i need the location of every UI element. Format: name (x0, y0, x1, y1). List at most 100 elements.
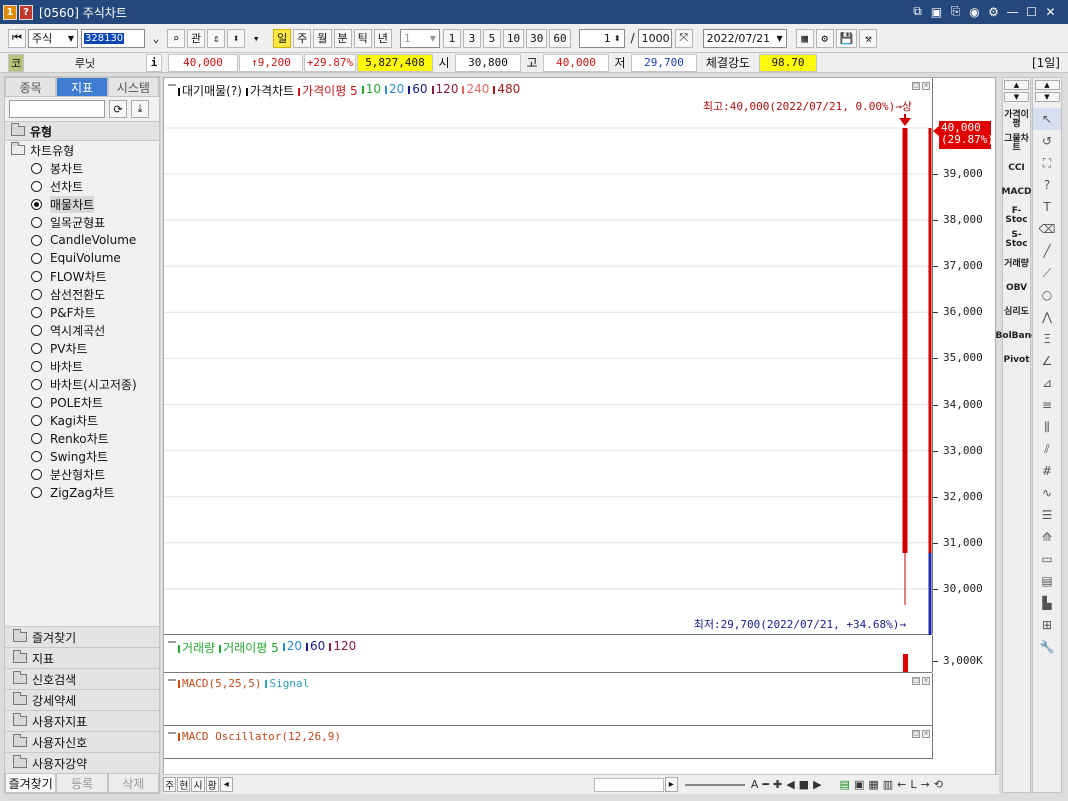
legend-item[interactable]: MACD(5,25,5) (178, 677, 261, 690)
radio-icon[interactable] (31, 486, 42, 498)
bottom-section-item[interactable]: 사용자지표 (5, 710, 159, 731)
text-tool-icon[interactable]: T (1033, 196, 1061, 218)
font-size-icon[interactable]: A (751, 778, 759, 791)
fan-lines-icon[interactable]: ⊿ (1033, 372, 1061, 394)
print-icon[interactable]: ▦ (868, 778, 878, 791)
expand-icon[interactable]: ⤧ (674, 28, 693, 48)
chart-type-item[interactable]: ZigZag차트 (5, 483, 159, 501)
stock-code-input[interactable]: 328130 (81, 28, 145, 48)
tree-root[interactable]: 차트유형 (5, 141, 159, 159)
market-select[interactable]: 주식 ▼ (28, 28, 78, 48)
indicator-shortcut[interactable]: OBV (1003, 276, 1030, 300)
indicator-shortcut[interactable]: 거래량 (1003, 252, 1030, 276)
chart-type-item[interactable]: 역시계곡선 (5, 321, 159, 339)
scroll-left-icon[interactable]: ◂ (219, 777, 233, 792)
radio-icon[interactable] (31, 468, 42, 480)
bottom-section-item[interactable]: 지표 (5, 647, 159, 668)
gann-icon[interactable]: ∠ (1033, 350, 1061, 372)
circle-tool-icon[interactable]: ○ (1033, 284, 1061, 306)
bottom-section-item[interactable]: 신호검색 (5, 668, 159, 689)
interval-30-button[interactable]: 30 (526, 28, 548, 48)
radio-icon[interactable] (31, 180, 42, 192)
pane-maximize-icon[interactable]: □ (912, 677, 920, 685)
chart-type-item[interactable]: 바차트(시고저종) (5, 375, 159, 393)
macd-pane[interactable]: MACD(5,25,5) Signal □ × (164, 673, 933, 726)
indicator-shortcut[interactable]: BolBand (996, 324, 1038, 348)
macd-oscillator-pane[interactable]: MACD Oscillator(12,26,9) □ × (164, 726, 933, 759)
tools-scroll-down-icon[interactable]: ▼ (1034, 92, 1060, 102)
radio-icon[interactable] (31, 432, 42, 444)
more-dropdown-icon[interactable]: ▾ (247, 29, 265, 48)
chart-type-item[interactable]: 삼선전환도 (5, 285, 159, 303)
chart-type-item[interactable]: P&F차트 (5, 303, 159, 321)
parallel-lines-icon[interactable]: ≡ (1033, 394, 1061, 416)
window-icon[interactable]: ▭ (1033, 548, 1061, 570)
legend-item[interactable]: Signal (265, 677, 309, 690)
bottom-section-item[interactable]: 사용자신호 (5, 731, 159, 752)
tab-hwang[interactable]: 황 (205, 777, 219, 792)
gwan-button[interactable]: 관 (187, 28, 206, 48)
maximize-icon[interactable]: ☐ (1024, 4, 1039, 19)
chart-type-item[interactable]: 분산형차트 (5, 465, 159, 483)
tab-indicators[interactable]: 지표 (56, 77, 108, 97)
interval-3-button[interactable]: 3 (462, 28, 481, 48)
period-month-button[interactable]: 월 (313, 28, 332, 48)
chart-type-item[interactable]: FLOW차트 (5, 267, 159, 285)
volume-y-axis[interactable]: 3,000K (932, 635, 997, 672)
radio-icon[interactable] (31, 234, 42, 246)
camera-icon[interactable]: ◉ (967, 4, 982, 19)
period-tick-button[interactable]: 틱 (353, 28, 372, 48)
compare-icon[interactable]: ⊞ (1033, 614, 1061, 636)
updown-icon[interactable]: ⬍ (227, 28, 246, 48)
tools-icon[interactable]: ⚒ (859, 28, 878, 48)
interval-10-button[interactable]: 10 (502, 28, 525, 48)
wrench-icon[interactable]: 🔧 (1033, 636, 1061, 658)
chart-type-item[interactable]: CandleVolume (5, 231, 159, 249)
layout-icon[interactable]: ▦ (795, 28, 814, 48)
legend-item[interactable]: 거래량 (178, 639, 215, 656)
count-stepper[interactable]: 1 ⬍ (578, 28, 625, 48)
channel-icon[interactable]: ⫽ (1033, 438, 1061, 460)
legend-item[interactable]: 20 (282, 639, 302, 656)
undo-draw-icon[interactable]: ↺ (1033, 130, 1061, 152)
image-icon[interactable]: ▥ (883, 778, 893, 791)
radio-icon[interactable] (31, 306, 42, 318)
price-pane[interactable]: 대기매물(?) 가격차트 가격이평 5 10 20 60 120 240 480 □ × 최고:4… (164, 78, 994, 635)
code-dropdown-icon[interactable]: ⌄ (147, 29, 165, 48)
radio-icon[interactable] (31, 396, 42, 408)
chart-type-item[interactable]: Kagi차트 (5, 411, 159, 429)
period-minute-button[interactable]: 분 (333, 28, 352, 48)
chart-type-item[interactable]: 바차트 (5, 357, 159, 375)
radio-icon[interactable] (31, 414, 42, 426)
download-icon[interactable]: ⤓ (131, 100, 149, 118)
legend-item[interactable]: 거래이평 5 (219, 639, 279, 656)
stop-icon[interactable]: ■ (799, 778, 809, 791)
copy-icon[interactable]: ⎘ (948, 4, 963, 19)
chart-area[interactable]: 대기매물(?) 가격차트 가격이평 5 10 20 60 120 240 480 □ × 최고:4… (163, 77, 996, 793)
window-number-badge[interactable]: 1 (3, 4, 17, 20)
analysis-chart-icon[interactable]: ▙ (1033, 592, 1061, 614)
auto-trend-icon[interactable]: ⟰ (1033, 526, 1061, 548)
indicator-shortcut[interactable]: Pivot (1003, 348, 1030, 372)
config-gear-icon[interactable]: ⚙ (815, 28, 834, 48)
indicator-shortcut[interactable]: F-Stoc (1003, 204, 1030, 228)
tab-hyeon[interactable]: 현 (177, 777, 191, 792)
radio-icon[interactable] (31, 252, 42, 264)
save-disk-icon[interactable]: ▣ (854, 778, 864, 791)
type-section-header[interactable]: 유형 (5, 121, 159, 141)
legend-item[interactable]: MACD Oscillator(12,26,9) (178, 730, 341, 743)
arrow-right-icon[interactable]: → (921, 778, 930, 791)
search-icon[interactable]: ⌕ (167, 28, 185, 48)
chart-type-item[interactable]: EquiVolume (5, 249, 159, 267)
eraser-icon[interactable]: ⌫ (1033, 218, 1061, 240)
indicator-shortcut[interactable]: 가격이평 (1003, 108, 1030, 132)
first-page-icon[interactable]: ⏮ (8, 28, 26, 48)
play-back-icon[interactable]: ◀ (786, 778, 794, 791)
period-year-button[interactable]: 년 (373, 28, 392, 48)
chart-type-item[interactable]: Swing차트 (5, 447, 159, 465)
pane-handle-icon[interactable] (168, 732, 176, 736)
indicator-search-input[interactable] (9, 100, 105, 118)
register-button[interactable]: 등록 (56, 773, 108, 793)
refresh-icon[interactable]: ⟳ (109, 100, 127, 118)
pane-close-icon[interactable]: × (922, 730, 930, 738)
